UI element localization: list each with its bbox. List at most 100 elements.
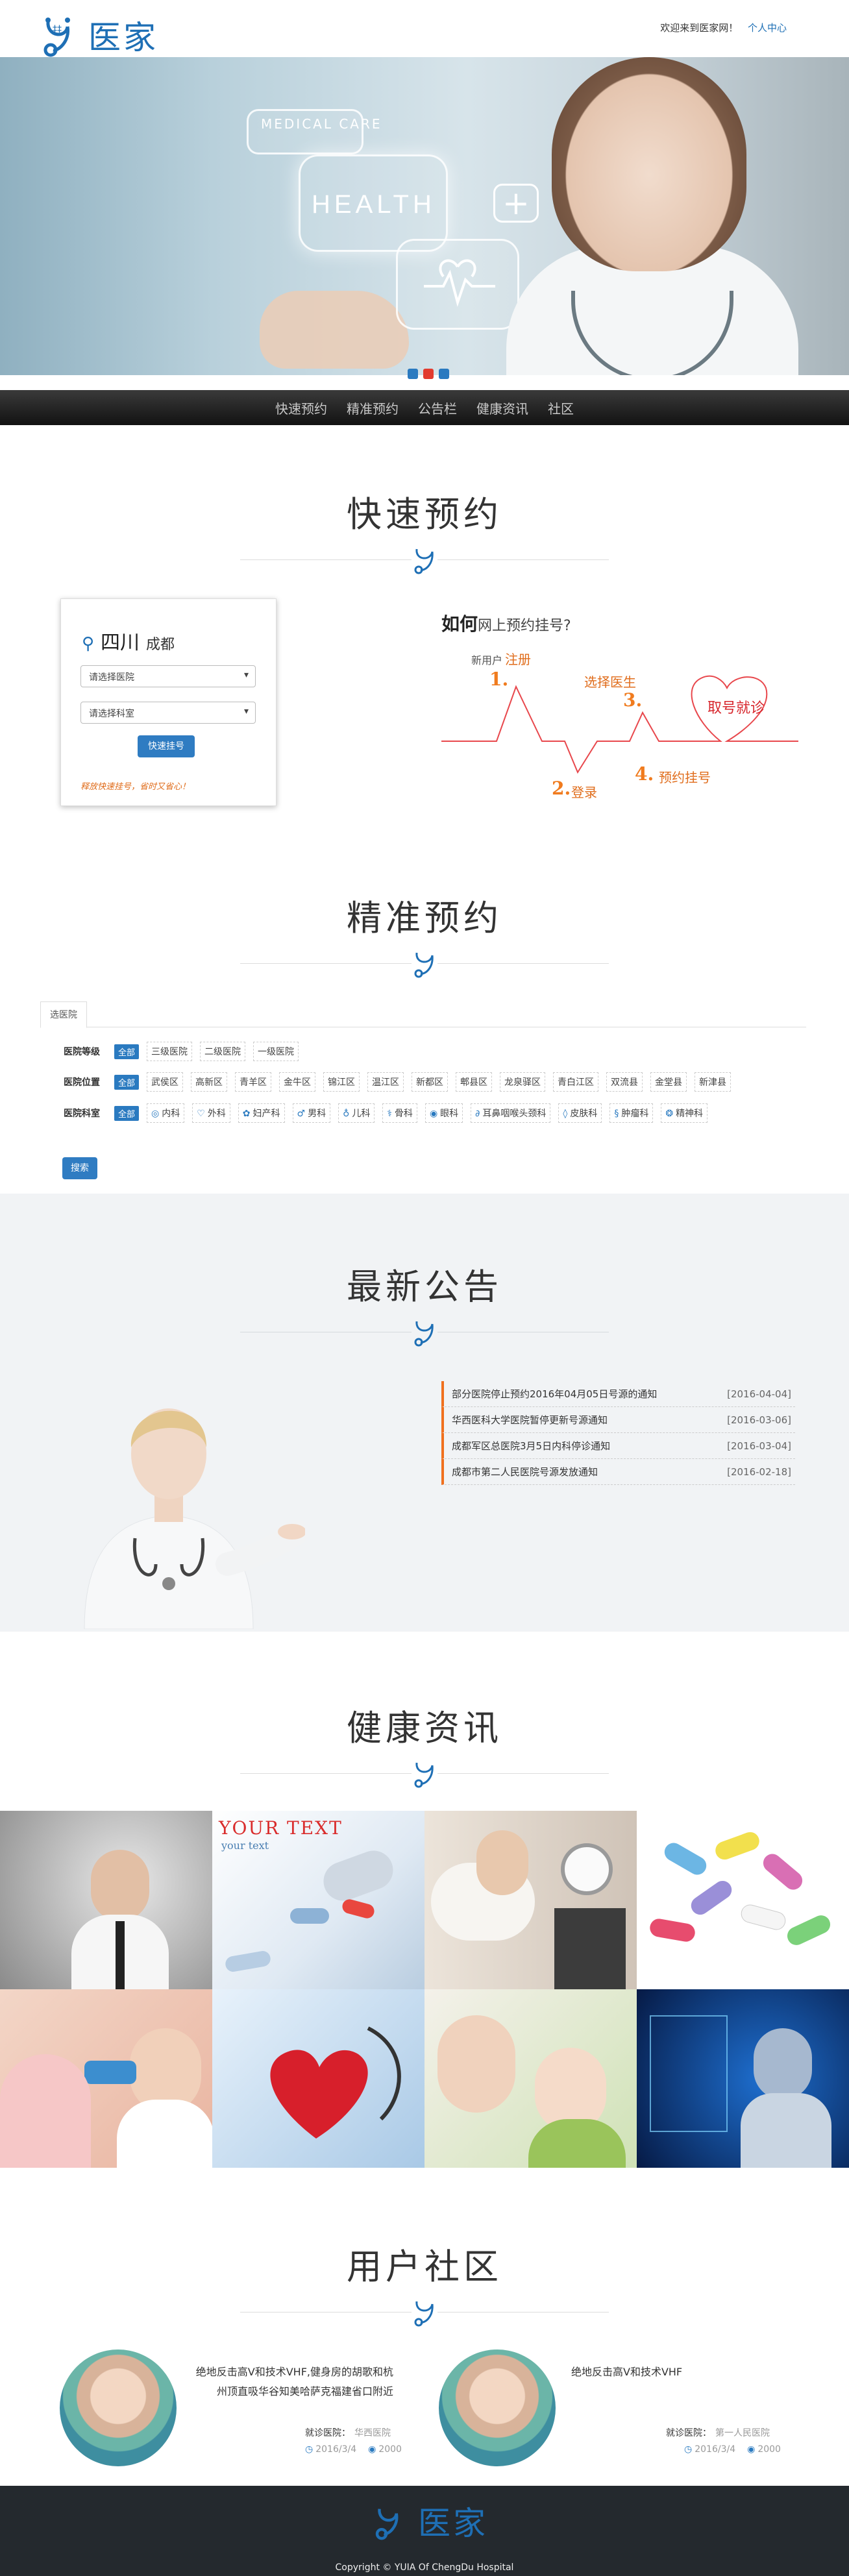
filter-label: 医院位置: [64, 1077, 100, 1088]
filter-chip[interactable]: 一级医院: [253, 1042, 299, 1061]
filter-chip[interactable]: 温江区: [367, 1072, 404, 1092]
post-text[interactable]: 绝地反击高V和技术VHF: [571, 2362, 779, 2382]
dept-chip-psychiatry[interactable]: ❂ 精神科: [661, 1103, 708, 1123]
dept-chip-orthopedics[interactable]: ⚕ 骨科: [382, 1103, 417, 1123]
filter-chip[interactable]: 青羊区: [235, 1072, 272, 1092]
health-tile-digital[interactable]: [637, 1989, 849, 2168]
nurse-illustration: [84, 1408, 305, 1629]
step1-number: 1.: [489, 669, 509, 690]
carousel-dot-3[interactable]: [439, 369, 449, 379]
precise-booking-title: 精准预约: [347, 898, 502, 938]
hospital-select[interactable]: 请选择医院: [80, 665, 256, 687]
site-logo[interactable]: ‡‡ 医家: [40, 12, 158, 58]
tab-select-hospital[interactable]: 选医院: [40, 1001, 87, 1028]
health-info-title: 健康资讯: [347, 1708, 502, 1748]
nav-precise-booking[interactable]: 精准预约: [347, 399, 399, 417]
footer-logo[interactable]: 医家: [373, 2497, 488, 2544]
quick-register-button[interactable]: 快速挂号: [138, 735, 195, 757]
dept-chip-obstetrics[interactable]: ✿ 妇产科: [238, 1103, 285, 1123]
city-selector[interactable]: ⚲ 四川 成都: [82, 626, 175, 655]
footer: 医家 Copyright © YUIA Of ChengDu Hospital: [0, 2486, 849, 2576]
eye-icon: ◉: [429, 1109, 438, 1119]
stethoscope-divider-icon: [412, 1318, 437, 1347]
clock-icon: ◷: [684, 2444, 693, 2455]
filter-chip[interactable]: 龙泉驿区: [500, 1072, 546, 1092]
avatar[interactable]: [439, 2349, 556, 2466]
final-step-label: 取号就诊: [708, 700, 765, 717]
dept-chip-pediatrics[interactable]: ♁ 儿科: [338, 1103, 375, 1123]
announcement-item[interactable]: 部分医院停止预约2016年04月05日号源的通知 [2016-04-04]: [441, 1381, 795, 1407]
filter-chip[interactable]: 金堂县: [650, 1072, 687, 1092]
dept-chip-surgery[interactable]: ♡ 外科: [192, 1103, 230, 1123]
quick-booking-title: 快速预约: [347, 494, 502, 535]
announcement-item[interactable]: 成都市第二人民医院号源发放通知 [2016-02-18]: [441, 1459, 795, 1485]
department-select[interactable]: 请选择科室: [80, 702, 256, 724]
post-stats: ◷ 2016/3/4 ◉ 2000: [684, 2444, 781, 2455]
user-center-link[interactable]: 个人中心: [748, 22, 787, 34]
filter-label: 医院科室: [64, 1109, 100, 1119]
stethoscope-divider-icon: [412, 1759, 437, 1789]
dept-chip-andrology[interactable]: ♂ 男科: [292, 1103, 331, 1123]
dept-chip-ent[interactable]: ∂ 耳鼻咽喉头颈科: [471, 1103, 551, 1123]
stethoscope-divider-icon: [412, 545, 437, 575]
dept-chip-internal[interactable]: ◎ 内科: [147, 1103, 185, 1123]
filter-chip[interactable]: 锦江区: [323, 1072, 360, 1092]
copyright: Copyright © YUIA Of ChengDu Hospital: [335, 2562, 514, 2573]
quick-booking-note: 释放快速挂号，省时又省心！: [80, 782, 191, 792]
nav-community[interactable]: 社区: [548, 399, 574, 417]
step1-prefix: 新用户 注册: [471, 652, 532, 667]
filter-all-button[interactable]: 全部: [114, 1044, 140, 1059]
filter-chip[interactable]: 金牛区: [279, 1072, 316, 1092]
heartbeat-icon: [424, 259, 495, 307]
health-tile-pills[interactable]: YOUR TEXT your text: [212, 1811, 425, 1989]
health-tile-capsules[interactable]: [637, 1811, 849, 1989]
header: ‡‡ 医家 欢迎来到医家网！ 个人中心: [0, 0, 849, 57]
post-date: ◷ 2016/3/4: [684, 2444, 736, 2455]
nav-health-info[interactable]: 健康资讯: [476, 399, 528, 417]
health-tile-child-inhaler[interactable]: [0, 1989, 212, 2168]
filter-all-button[interactable]: 全部: [114, 1105, 140, 1121]
filter-chip[interactable]: 郫县区: [456, 1072, 493, 1092]
nav-quick-booking[interactable]: 快速预约: [275, 399, 327, 417]
announcement-date: [2016-02-18]: [727, 1466, 791, 1478]
health-tile-toothbrush[interactable]: [425, 1989, 637, 2168]
announcement-date: [2016-04-04]: [727, 1388, 791, 1400]
avatar[interactable]: [60, 2349, 177, 2466]
carousel-dot-1[interactable]: [408, 369, 418, 379]
post-date: ◷ 2016/3/4: [305, 2444, 357, 2455]
dept-chip-ophthalmology[interactable]: ◉ 眼科: [425, 1103, 463, 1123]
filter-chip[interactable]: 二级医院: [200, 1042, 246, 1061]
quick-booking-card: ⚲ 四川 成都 请选择医院 请选择科室 快速挂号 释放快速挂号，省时又省心！: [60, 598, 277, 806]
nav-bulletin[interactable]: 公告栏: [418, 399, 457, 417]
filter-chip[interactable]: 新津县: [695, 1072, 732, 1092]
filter-chip[interactable]: 双流县: [606, 1072, 643, 1092]
step3-label: 选择医生: [584, 674, 636, 690]
filter-chip[interactable]: 青白江区: [553, 1072, 599, 1092]
announcement-date: [2016-03-06]: [727, 1414, 791, 1426]
tile-subtitle: your text: [221, 1839, 269, 1852]
health-tile-insomnia[interactable]: [425, 1811, 637, 1989]
search-button[interactable]: 搜索: [62, 1157, 97, 1179]
dept-chip-dermatology[interactable]: ◊ 皮肤科: [558, 1103, 602, 1123]
health-tile-heart[interactable]: [212, 1989, 425, 2168]
post-stats: ◷ 2016/3/4 ◉ 2000: [305, 2444, 402, 2455]
announcement-date: [2016-03-04]: [727, 1440, 791, 1452]
filter-chip[interactable]: 武侯区: [147, 1072, 184, 1092]
announcement-item[interactable]: 成都军区总医院3月5日内科停诊通知 [2016-03-04]: [441, 1433, 795, 1459]
step4-number: 4.: [635, 763, 654, 785]
filter-all-button[interactable]: 全部: [114, 1074, 140, 1090]
dept-chip-oncology[interactable]: § 肿瘤科: [609, 1103, 654, 1123]
doctor-face-image: [552, 57, 746, 271]
filter-chip[interactable]: 新都区: [412, 1072, 449, 1092]
post-views: ◉ 2000: [368, 2444, 402, 2455]
filter-chip[interactable]: 三级医院: [147, 1042, 193, 1061]
carousel-dot-2[interactable]: [423, 369, 434, 379]
health-tile-smoking[interactable]: [0, 1811, 212, 1989]
filter-chip[interactable]: 高新区: [191, 1072, 228, 1092]
hero-hand-image: [260, 291, 409, 369]
step2-label: 登录: [571, 785, 597, 800]
health-info-grid: YOUR TEXT your text: [0, 1811, 849, 2168]
post-text[interactable]: 绝地反击高V和技术VHF,健身房的胡歌和杭州顶直吸华谷知美哈萨克福建省口附近: [192, 2362, 393, 2401]
hero-banner: MEDICAL CARE HEALTH +: [0, 57, 849, 375]
announcement-item[interactable]: 华西医科大学医院暂停更新号源通知 [2016-03-06]: [441, 1407, 795, 1433]
